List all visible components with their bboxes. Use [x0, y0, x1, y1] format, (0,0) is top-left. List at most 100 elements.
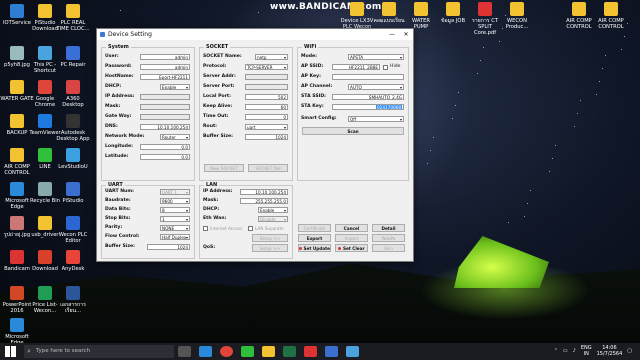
route-select[interactable]: uart [245, 124, 288, 130]
desktop-icon[interactable]: PLC REAL TIME CLOC... [56, 4, 90, 32]
import-button[interactable]: Import [335, 234, 368, 242]
socket-del-button[interactable]: SOCKET Del [248, 164, 288, 172]
task-view-icon[interactable] [178, 346, 191, 357]
new-socket-button[interactable]: New SOCKET [204, 164, 244, 172]
protocol-select[interactable]: TCP-SERVER [245, 64, 288, 70]
desktop-icon[interactable]: WATER PUMP [404, 2, 438, 30]
edge-taskbar-icon[interactable] [199, 346, 212, 357]
desktop-icon[interactable]: PC Repair [56, 46, 90, 68]
search-input[interactable]: Type here to search [24, 345, 174, 358]
lan-ip-field[interactable]: 10.10.100.254 [240, 189, 288, 195]
desktop-icon[interactable]: AIR COMP CONTROL [594, 2, 628, 30]
set-clear-button[interactable]: Set Clear [335, 244, 368, 252]
ap-channel-select[interactable]: AUTO [348, 84, 404, 90]
network-icon[interactable]: ▭ [563, 348, 568, 354]
desktop-icon[interactable]: AIR COMP CONTROL [562, 2, 596, 30]
detail-button[interactable]: Detail [372, 224, 405, 232]
desktop-icon[interactable]: PiStudio [56, 182, 90, 204]
desktop-icon[interactable]: Microsoft Edge [0, 318, 34, 346]
data-bits-select[interactable]: 8 [160, 207, 190, 213]
hostname-field[interactable]: Eport-HF2211 [140, 74, 190, 80]
notification-icon[interactable]: ▢ [627, 348, 632, 354]
volume-icon[interactable]: ♪ [573, 348, 576, 354]
set-update-button[interactable]: Set Update [298, 244, 331, 252]
desktop-icon-image [38, 250, 52, 264]
server-addr-field[interactable] [245, 74, 288, 80]
tray-chevron-icon[interactable]: ⌃ [554, 348, 558, 354]
ip-field[interactable] [140, 94, 190, 100]
mask-field[interactable] [140, 104, 190, 110]
app-taskbar-icon-1[interactable] [325, 346, 338, 357]
line-taskbar-icon[interactable] [241, 346, 254, 357]
dhcp-select[interactable]: Enable [160, 84, 190, 90]
user-field[interactable]: admin [140, 54, 190, 60]
desktop-icon[interactable]: Wecon PLC Editor [56, 216, 90, 244]
hide-checkbox[interactable] [383, 65, 388, 70]
close-icon[interactable]: ✕ [399, 31, 413, 38]
ap-key-field[interactable] [332, 74, 404, 80]
sta-ssid-field[interactable]: SMHAUTO_2.4G [332, 94, 404, 100]
app-taskbar-icon-2[interactable] [346, 346, 359, 357]
wifi-mode-select[interactable]: APSTA [348, 54, 404, 60]
excel-taskbar-icon[interactable] [283, 346, 296, 357]
timeout-field[interactable]: 0 [245, 114, 288, 120]
star [605, 55, 606, 56]
password-field[interactable]: admin [140, 64, 190, 70]
bandicam-taskbar-icon[interactable] [304, 346, 317, 357]
lan-mask-field[interactable]: 255.255.255.0 [240, 198, 288, 204]
eth-wan-select[interactable]: Disable [258, 216, 288, 222]
export-button[interactable]: Export [298, 234, 331, 242]
baudrate-select[interactable]: 9600 [160, 198, 190, 204]
parity-select[interactable]: NONE [160, 225, 190, 231]
socket-name-select[interactable]: netp [255, 54, 288, 60]
latitude-field[interactable]: 0.0 [140, 154, 190, 160]
uart-buffer-field[interactable]: 1024 [147, 244, 190, 250]
lan-separate-checkbox[interactable] [248, 226, 253, 231]
chrome-taskbar-icon[interactable] [220, 346, 233, 357]
cancel-button[interactable]: Cancel [335, 224, 368, 232]
webpage-button[interactable]: WebPa [372, 234, 405, 242]
baudrate-label: Baudrate: [105, 198, 131, 203]
desktop-icon[interactable]: Device LX3V PLC Wecon [340, 2, 374, 30]
longitude-field[interactable]: 0.0 [140, 144, 190, 150]
stop-bits-select[interactable]: 1 [160, 216, 190, 222]
smart-config-select[interactable]: Off [348, 116, 404, 122]
local-port-field[interactable]: 502 [245, 94, 288, 100]
sta-key-field[interactable]: 024170068 [332, 104, 404, 110]
keep-alive-field[interactable]: 60 [245, 104, 288, 110]
socket-buffer-field[interactable]: 1024 [245, 134, 288, 140]
explorer-taskbar-icon[interactable] [262, 346, 275, 357]
desktop-icon[interactable]: Autodesk Desktop App [56, 114, 90, 142]
wifi-group: WiFi Mode: APSTA AP SSID: HF2211_2B8E Hi… [297, 44, 409, 181]
skin-button[interactable]: Skin [372, 244, 405, 252]
desktop-icon[interactable]: WECON Produc... [500, 2, 534, 30]
desktop-icon[interactable]: คอมแบบเรียน [372, 2, 406, 24]
desktop-icon[interactable]: LevStudioU [56, 148, 90, 170]
lan-setup-button[interactable]: Setup >> [252, 234, 288, 242]
scan-button[interactable]: Scan [302, 127, 404, 135]
qos-setup-button[interactable]: Setup >> [252, 244, 288, 252]
desktop-icon-image [350, 2, 364, 16]
start-icon[interactable] [5, 346, 16, 357]
dns-field[interactable]: 10.10.100.254 [140, 124, 190, 130]
desktop-icon[interactable]: รายการ CT SPLIT Core.pdf [468, 2, 502, 36]
network-mode-select[interactable]: Router [160, 134, 190, 140]
internet-access-checkbox[interactable] [203, 226, 208, 231]
star [527, 203, 528, 204]
gateway-field[interactable] [140, 114, 190, 120]
certificate-button[interactable]: Certificate [298, 224, 331, 232]
desktop-icon[interactable]: ข้อมูล JOB [436, 2, 470, 24]
clock[interactable]: 14:06 15/7/2564 [597, 345, 623, 357]
server-port-field[interactable] [245, 84, 288, 90]
star [480, 60, 481, 61]
desktop-icon-image [66, 148, 80, 162]
desktop-icon[interactable]: เอกสารการเรียน... [56, 286, 90, 314]
minimize-icon[interactable]: — [385, 31, 399, 38]
flow-control-select[interactable]: Half Duplex [160, 234, 190, 240]
uart-num-select[interactable]: UART 1 [160, 189, 190, 195]
desktop-icon[interactable]: AnyDesk [56, 250, 90, 272]
lan-dhcp-select[interactable]: Enable [258, 207, 288, 213]
desktop-icon[interactable]: A360 Desktop [56, 80, 90, 108]
language-indicator[interactable]: ENG IN [581, 345, 592, 357]
ap-ssid-field[interactable]: HF2211_2B8E [332, 64, 380, 70]
